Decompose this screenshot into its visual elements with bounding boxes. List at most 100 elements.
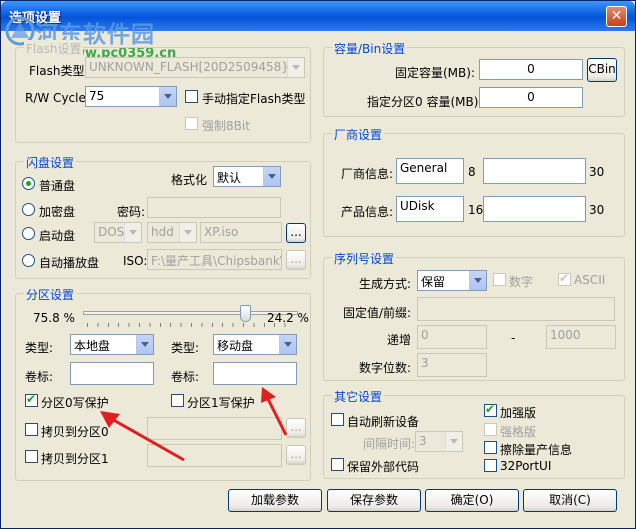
partition-settings-legend: 分区设置 [24, 286, 77, 303]
copy-to-partition1-checkbox[interactable] [25, 450, 38, 463]
copy1-browse-button[interactable]: ... [286, 445, 306, 465]
partition0-capacity-input[interactable]: 0 [479, 87, 583, 108]
port32-ui-label: 32PortUI [500, 459, 552, 473]
partition0-volume-input[interactable] [70, 362, 154, 385]
increment-start-input[interactable]: 0 [417, 325, 487, 349]
copy-to-partition1-path[interactable] [147, 444, 282, 467]
copy0-browse-button[interactable]: ... [286, 418, 306, 438]
hdd-select[interactable]: hdd [147, 222, 197, 243]
boot-disk-label: 启动盘 [39, 229, 76, 243]
force-8bit-label: 强制8Bit [202, 119, 250, 133]
partition1-write-protect-checkbox[interactable] [171, 394, 184, 407]
flash-settings-legend: Flash设置 [24, 40, 84, 57]
boot-image-input[interactable]: XP.iso [200, 222, 282, 243]
strong-format-label: 强格版 [500, 425, 537, 439]
auto-refresh-label: 自动刷新设备 [347, 415, 420, 429]
digit-count-input[interactable]: 3 [417, 353, 487, 377]
force-8bit-checkbox[interactable] [185, 117, 198, 130]
flash-type-label: Flash类型: [29, 64, 89, 78]
partition1-type-select[interactable]: 移动盘 [213, 334, 297, 355]
partition0-type-label: 类型: [25, 341, 54, 355]
erase-info-label: 擦除量产信息 [500, 443, 573, 457]
partition-slider-track[interactable] [83, 311, 298, 315]
copy-to-partition0-checkbox[interactable] [25, 423, 38, 436]
chevron-down-icon [124, 223, 141, 242]
vendor-info-extra-input[interactable] [483, 158, 586, 184]
vendor-info-label: 厂商信息: [341, 167, 394, 181]
interval-select[interactable]: 3 [415, 431, 463, 452]
encrypted-disk-label: 加密盘 [39, 205, 76, 219]
partition1-write-protect-label: 分区1写保护 [187, 396, 255, 410]
autoplay-disk-label: 自动播放盘 [39, 256, 100, 270]
normal-disk-label: 普通盘 [39, 179, 76, 193]
chevron-down-icon [179, 223, 196, 242]
format-label: 格式化 [171, 173, 208, 187]
serial-settings-legend: 序列号设置 [332, 250, 397, 267]
other-settings-legend: 其它设置 [332, 388, 385, 405]
fixed-prefix-label: 固定值/前缀: [343, 306, 412, 320]
vendor-info-input[interactable]: General [396, 158, 464, 184]
partition1-volume-input[interactable] [213, 362, 297, 385]
port32-ui-checkbox[interactable] [484, 459, 497, 472]
enhanced-label: 加强版 [500, 406, 537, 420]
load-params-button[interactable]: 加载参数 [228, 489, 322, 512]
boot-image-browse-button[interactable]: ... [286, 223, 306, 243]
udisk-settings-legend: 闪盘设置 [24, 154, 77, 171]
fixed-capacity-label: 固定容量(MB): [395, 66, 475, 80]
keep-external-code-checkbox[interactable] [331, 458, 344, 471]
manual-flash-checkbox[interactable] [185, 90, 198, 103]
erase-info-checkbox[interactable] [484, 441, 497, 454]
partition0-write-protect-checkbox[interactable] [25, 392, 38, 407]
copy-to-partition0-path[interactable] [147, 417, 282, 440]
iso-path-input[interactable]: F:\量产工具\Chipsbank\C [147, 249, 282, 270]
cancel-button[interactable]: 取消(C) [523, 489, 617, 512]
normal-disk-radio[interactable] [22, 177, 35, 190]
chevron-down-icon [287, 58, 304, 77]
save-params-button[interactable]: 保存参数 [327, 489, 421, 512]
options-dialog: 选项设置 ✕ 河东软件园 www.pc0359.cn Flash设置 Flash… [0, 0, 636, 529]
encrypted-disk-radio[interactable] [22, 203, 35, 216]
partition1-type-label: 类型: [171, 341, 200, 355]
vendor-info-length: 8 [468, 165, 476, 179]
chevron-down-icon [445, 432, 462, 451]
strong-format-checkbox[interactable] [484, 423, 497, 436]
cbin-button[interactable]: CBin [587, 58, 617, 82]
iso-browse-button[interactable]: ... [286, 250, 306, 270]
enhanced-checkbox[interactable] [484, 402, 497, 417]
rw-cycle-select[interactable]: 75 [85, 86, 177, 107]
ok-button[interactable]: 确定(O) [425, 489, 519, 512]
partition0-type-select[interactable]: 本地盘 [70, 334, 154, 355]
product-info-extra-input[interactable] [483, 196, 586, 222]
increment-dash: - [511, 331, 516, 345]
autoplay-disk-radio[interactable] [22, 254, 35, 267]
password-label: 密码: [117, 205, 146, 219]
auto-refresh-checkbox[interactable] [331, 413, 344, 426]
vendor-settings-legend: 厂商设置 [332, 126, 385, 143]
rw-cycle-label: R/W Cycle: [25, 91, 90, 105]
close-button[interactable]: ✕ [606, 6, 627, 27]
boot-disk-radio[interactable] [22, 227, 35, 240]
generate-mode-label: 生成方式: [359, 277, 412, 291]
dos-select[interactable]: DOS [94, 222, 142, 243]
chevron-down-icon [159, 87, 176, 106]
partition1-volume-label: 卷标: [171, 370, 200, 384]
digits-label: 数字 [509, 275, 534, 289]
digits-checkbox[interactable] [493, 273, 506, 286]
partition-slider-ticks [87, 323, 295, 327]
partition0-capacity-label: 指定分区0 容量(MB): [367, 95, 483, 109]
right-percent-label: 24.2 % [267, 311, 309, 325]
ascii-checkbox[interactable] [558, 271, 571, 286]
password-input[interactable] [147, 197, 281, 218]
manual-flash-label: 手动指定Flash类型 [202, 92, 306, 106]
interval-label: 间隔时间: [363, 437, 416, 451]
fixed-capacity-input[interactable]: 0 [479, 59, 583, 80]
partition0-write-protect-label: 分区0写保护 [41, 396, 109, 410]
partition-slider-thumb[interactable] [240, 305, 252, 322]
format-select[interactable]: 默认 [213, 166, 281, 187]
increment-end-input[interactable]: 1000 [546, 325, 616, 349]
generate-mode-select[interactable]: 保留 [417, 270, 487, 291]
flash-type-select[interactable]: UNKNOWN_FLASH[20D2509458} [85, 57, 305, 78]
chevron-down-icon [136, 335, 153, 354]
fixed-prefix-input[interactable] [417, 297, 615, 321]
product-info-input[interactable]: UDisk [396, 196, 464, 222]
